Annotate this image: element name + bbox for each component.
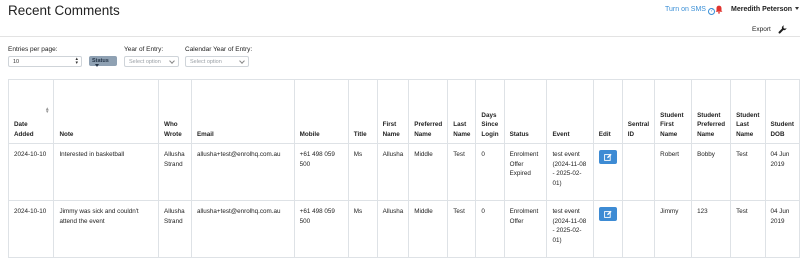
comments-table: ▴ ▾ Date Added Note Who Wrote Email Mobile… — [7, 79, 800, 258]
column-header[interactable]: ▴ ▾ Date Added — [7, 79, 55, 144]
year-placeholder: Select option — [129, 59, 161, 65]
column-header[interactable]: Event — [546, 79, 594, 144]
calendar-placeholder: Select option — [190, 59, 222, 65]
column-header[interactable]: First Name — [376, 79, 410, 144]
entries-select[interactable]: 10 ▴ ▾ — [8, 56, 82, 67]
column-header[interactable]: Title — [347, 79, 378, 144]
sort-icon: ▴ ▾ — [46, 106, 49, 115]
cell-mobile: +61 498 059 500 — [293, 143, 349, 201]
cell-note: Jimmy was sick and couldn't attend the e… — [53, 200, 160, 258]
chevron-down-icon — [169, 58, 175, 64]
year-label: Year of Entry: — [124, 46, 164, 53]
filter-bar: Entries per page: 10 ▴ ▾ Year of Entry: S… — [0, 44, 800, 70]
cell-student-first-name: Robert — [654, 143, 693, 201]
cell-status: Enrolment Offer Expired — [503, 143, 548, 201]
cell-last-name: Test — [447, 200, 477, 258]
column-header[interactable]: Status — [503, 79, 548, 144]
bell-icon[interactable] — [715, 5, 723, 14]
cell-student-first-name: Jimmy — [654, 200, 693, 258]
column-label: Date Added — [14, 121, 34, 138]
column-header[interactable]: Last Name — [447, 79, 477, 144]
cell-date-added: 2024-10-10 — [7, 200, 55, 258]
cell-student-dob: 04 Jun 2019 — [764, 200, 800, 258]
column-header[interactable]: Edit — [592, 79, 623, 144]
edit-button[interactable] — [598, 207, 617, 221]
column-header[interactable]: Student First Name — [654, 79, 693, 144]
edit-icon — [603, 210, 612, 218]
cell-title: Ms — [347, 200, 378, 258]
cell-who-wrote: Allusha Strand — [158, 143, 192, 201]
cell-title: Ms — [347, 143, 378, 201]
user-name: Meredith Peterson — [731, 6, 793, 13]
cell-event: test event (2024-11-08 - 2025-02-01) — [546, 143, 594, 201]
table-header-row: ▴ ▾ Date Added Note Who Wrote Email Mobile… — [7, 79, 800, 144]
entries-value: 10 — [13, 59, 20, 65]
year-select[interactable]: Select option — [124, 56, 179, 67]
status-filter-button[interactable]: Status — [89, 56, 117, 67]
sms-link-label: Turn on SMS — [665, 6, 706, 13]
entries-label: Entries per page: — [8, 46, 58, 53]
cell-event: test event (2024-11-08 - 2025-02-01) — [546, 200, 594, 258]
cell-student-dob: 04 Jun 2019 — [764, 143, 800, 201]
cell-who-wrote: Allusha Strand — [158, 200, 192, 258]
cell-last-name: Test — [447, 143, 477, 201]
cell-mobile: +61 498 059 500 — [293, 200, 349, 258]
help-icon: ? — [707, 8, 715, 15]
cell-days-since-login: 0 — [475, 143, 505, 201]
table-row: 2024-10-10 Jimmy was sick and couldn't a… — [7, 200, 800, 258]
export-button[interactable]: Export — [752, 26, 771, 33]
column-header[interactable]: Mobile — [293, 79, 349, 144]
cell-student-last-name: Test — [730, 143, 766, 201]
column-header[interactable]: Student DOB — [764, 79, 800, 144]
edit-button[interactable] — [598, 150, 617, 164]
column-header[interactable]: Days Since Login — [475, 79, 505, 144]
cell-note: Interested in basketball — [53, 143, 160, 201]
cell-sentral-id — [621, 200, 656, 258]
cell-preferred-name: Middle — [408, 143, 449, 201]
updown-icon: ▴ ▾ — [75, 56, 78, 66]
calendar-label: Calendar Year of Entry: — [185, 46, 253, 53]
wrench-icon[interactable] — [778, 25, 787, 34]
column-header[interactable]: Email — [190, 79, 295, 144]
cell-first-name: Allusha — [376, 200, 410, 258]
cell-date-added: 2024-10-10 — [7, 143, 55, 201]
chevron-down-icon — [239, 58, 245, 64]
calendar-select[interactable]: Select option — [185, 56, 249, 67]
user-menu[interactable]: Meredith Peterson — [731, 6, 800, 13]
caret-down-icon — [795, 7, 800, 10]
cell-email: allusha+test@enrolhq.com.au — [190, 143, 295, 201]
cell-preferred-name: Middle — [408, 200, 449, 258]
page-title: Recent Comments — [8, 3, 120, 18]
cell-student-preferred-name: 123 — [691, 200, 732, 258]
cell-edit — [592, 143, 623, 201]
cell-email: allusha+test@enrolhq.com.au — [190, 200, 295, 258]
caret-down-icon — [95, 64, 99, 67]
cell-first-name: Allusha — [376, 143, 410, 201]
column-header[interactable]: Note — [53, 79, 160, 144]
cell-student-last-name: Test — [730, 200, 766, 258]
column-header[interactable]: Who Wrote — [158, 79, 192, 144]
table-row: 2024-10-10 Interested in basketball Allu… — [7, 143, 800, 201]
column-header[interactable]: Sentral ID — [621, 79, 656, 144]
column-header[interactable]: Student Preferred Name — [691, 79, 732, 144]
column-header[interactable]: Preferred Name — [408, 79, 449, 144]
sms-toggle-link[interactable]: Turn on SMS? — [665, 6, 715, 15]
cell-days-since-login: 0 — [475, 200, 505, 258]
toolbar: Export — [0, 22, 800, 37]
cell-status: Enrolment Offer — [503, 200, 548, 258]
top-bar: Recent Comments Turn on SMS? Meredith Pe… — [0, 0, 800, 22]
cell-student-preferred-name: Bobby — [691, 143, 732, 201]
cell-sentral-id — [621, 143, 656, 201]
cell-edit — [592, 200, 623, 258]
edit-icon — [603, 153, 612, 161]
column-header[interactable]: Student Last Name — [730, 79, 766, 144]
